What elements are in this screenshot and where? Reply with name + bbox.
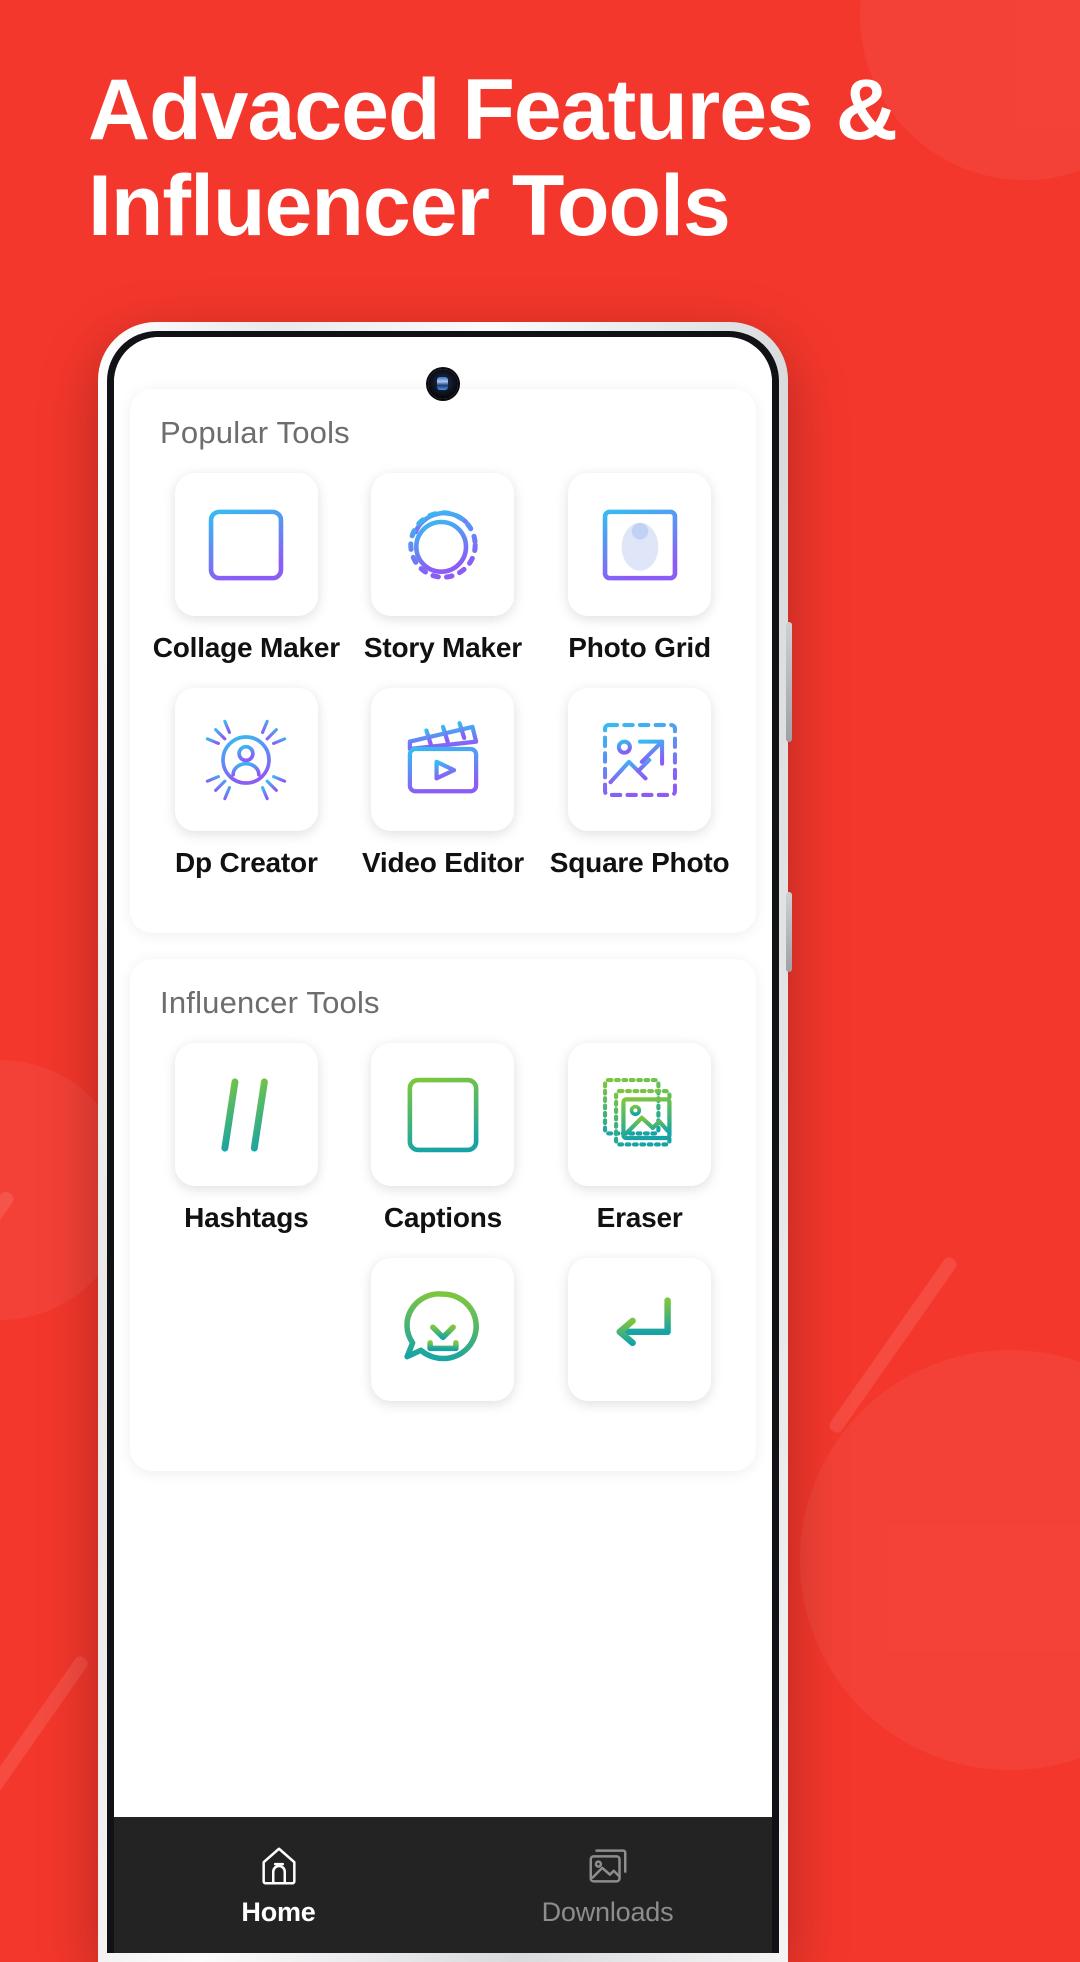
tool-dp-creator[interactable]: Dp Creator [148,688,345,879]
tool-label: Square Photo [549,847,730,878]
section-title-influencer-tools: Influencer Tools [160,985,380,1020]
tool-collage-maker[interactable]: Collage Maker [148,473,345,664]
nav-label: Home [241,1896,316,1927]
collage-grid-icon [209,509,284,580]
tool-label: Eraser [596,1202,683,1233]
tool-tile[interactable] [568,473,712,616]
captions-document-icon [407,1077,479,1152]
background-circle-bottom-right [800,1350,1080,1770]
square-photo-resize-icon [602,722,677,797]
tool-tile[interactable] [371,1043,515,1186]
section-title-popular-tools: Popular Tools [160,415,350,450]
promo-headline-line1: Advaced Features & [88,62,898,158]
popular-tools-grid: Collage Maker Story Maker Photo Grid Dp … [148,473,738,903]
popular-tools-card: Popular Tools Collage Maker Story Maker … [130,389,756,933]
tool-repost[interactable] [541,1258,738,1417]
nav-item-home[interactable]: Home [114,1817,443,1953]
phone-mockup: Popular Tools Collage Maker Story Maker … [98,322,792,1962]
influencer-tools-card: Influencer Tools Hashtags Captions Erase… [130,959,756,1471]
background-slash-left-upper [0,1189,16,1321]
tool-video-editor[interactable]: Video Editor [345,688,542,879]
phone-volume-button [786,622,792,742]
nav-item-downloads[interactable]: Downloads [443,1817,772,1953]
tool-tile[interactable] [174,1043,318,1186]
repost-arrow-icon [608,1296,671,1368]
phone-screen: Popular Tools Collage Maker Story Maker … [114,337,772,1953]
phone-bezel: Popular Tools Collage Maker Story Maker … [107,331,779,1953]
photo-grid-icon [602,509,677,580]
hashtag-icon [207,1077,283,1152]
tool-hashtags[interactable]: Hashtags [148,1043,345,1234]
phone-power-button [786,892,792,972]
tool-captions[interactable]: Captions [345,1043,542,1234]
tool-story-maker[interactable]: Story Maker [345,473,542,664]
tool-status-downloader[interactable] [345,1258,542,1417]
bottom-navigation: Home Downloads [114,1817,772,1953]
home-icon [261,1847,296,1884]
influencer-tools-grid: Hashtags Captions Eraser [148,1043,738,1441]
dp-sunburst-person-icon [202,715,291,804]
background-slash-left [0,1654,91,1826]
clapperboard-play-icon [407,720,479,793]
promo-headline-line2: Influencer Tools [88,158,731,255]
tool-label: Dp Creator [174,847,318,878]
tool-tile[interactable] [371,688,515,831]
downloads-image-icon [589,1848,626,1883]
tool-eraser[interactable]: Eraser [541,1043,738,1234]
story-circle-plus-icon [408,509,478,580]
nav-label: Downloads [541,1896,674,1927]
tool-tile[interactable] [174,688,318,831]
whatsapp-status-download-icon [404,1290,479,1361]
tool-label: Photo Grid [568,632,711,663]
promo-headline: Advaced Features & Influencer Tools [88,62,988,255]
tool-tile[interactable] [174,473,318,616]
background-slash-right [827,1254,959,1436]
tool-label: Video Editor [361,847,524,878]
tool-label: Hashtags [184,1202,309,1233]
tool-label: Captions [383,1202,503,1233]
eraser-photo-stack-icon [602,1077,672,1147]
tool-tile[interactable] [371,473,515,616]
tool-tile[interactable] [568,1043,712,1186]
tool-label: Collage Maker [152,632,340,663]
tool-square-photo[interactable]: Square Photo [541,688,738,879]
front-camera-punch-hole-icon [428,369,458,399]
tool-tile[interactable] [371,1258,515,1401]
tool-tile[interactable] [568,1258,712,1401]
tool-tile[interactable] [568,688,712,831]
app-content: Popular Tools Collage Maker Story Maker … [114,337,772,1953]
tool-label: Story Maker [363,632,522,663]
tool-photo-grid[interactable]: Photo Grid [541,473,738,664]
